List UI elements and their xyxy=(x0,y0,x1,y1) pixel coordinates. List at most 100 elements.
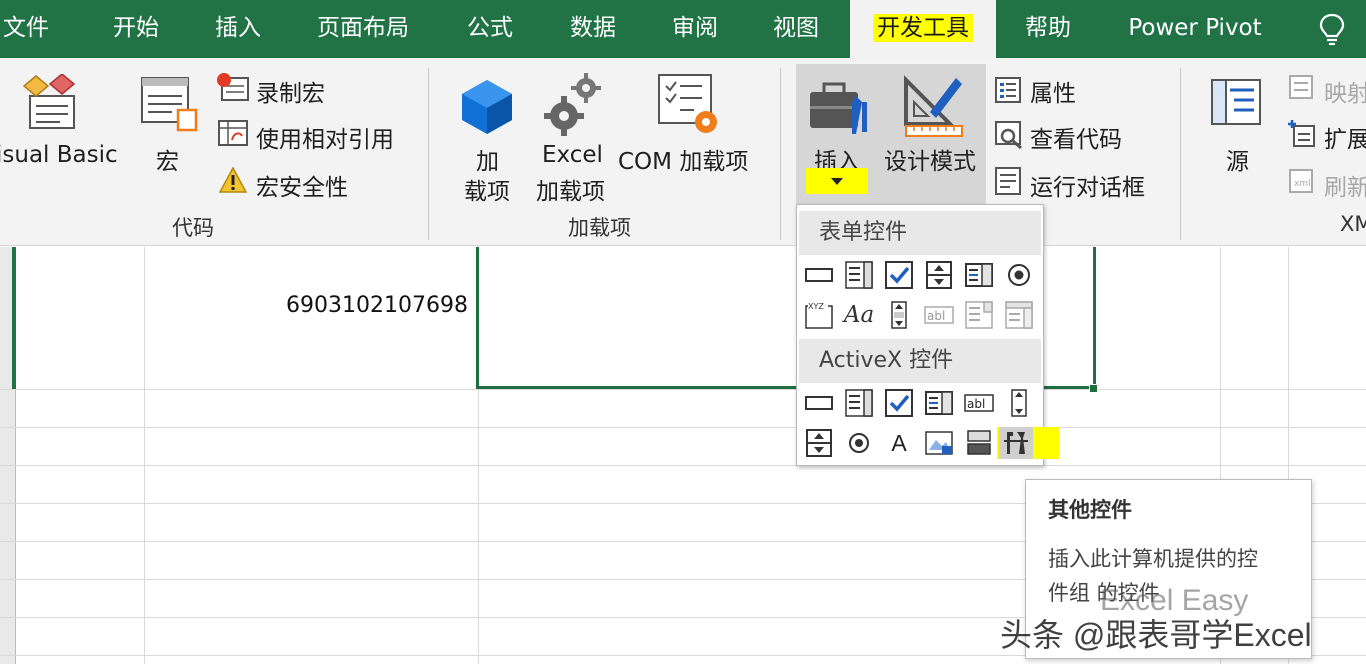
tab-view[interactable]: 视图 xyxy=(758,0,834,58)
label-glyph: A xyxy=(891,429,907,456)
tooltip-title: 其他控件 xyxy=(1048,498,1132,522)
addins-button-line1[interactable]: 加 xyxy=(476,142,499,176)
watermark-author: 头条 @跟表哥学Excel xyxy=(1000,617,1312,653)
group-separator xyxy=(1180,68,1181,240)
form-combo-drop-down-edit-icon[interactable] xyxy=(1003,299,1035,331)
ribbon: isual Basic 宏 录制宏 使用相对引用 宏安全性 代码 加 载项 Ex… xyxy=(0,58,1366,246)
grid-line xyxy=(0,389,1366,390)
tab-file[interactable]: 文件 xyxy=(0,0,52,58)
svg-text:xml: xml xyxy=(1294,179,1311,189)
form-spin-button-icon[interactable] xyxy=(923,259,955,291)
form-checkbox-icon[interactable] xyxy=(883,259,915,291)
activex-controls-header: ActiveX 控件 xyxy=(799,339,1041,383)
tab-page-layout[interactable]: 页面布局 xyxy=(304,0,422,58)
map-properties-button[interactable]: 映射 xyxy=(1324,74,1366,108)
addins-button-line2[interactable]: 载项 xyxy=(464,172,510,206)
design-mode-icon xyxy=(904,75,963,137)
record-macro-icon xyxy=(217,73,249,101)
addins-group-label: 加载项 xyxy=(568,216,631,240)
activex-command-button-icon[interactable] xyxy=(803,387,835,419)
abl-glyph-disabled: abl xyxy=(927,309,945,323)
expansion-packs-button[interactable]: 扩展 xyxy=(1324,120,1366,154)
visual-basic-button[interactable]: isual Basic xyxy=(0,142,118,168)
view-code-button[interactable]: 查看代码 xyxy=(1030,120,1122,154)
macros-button[interactable]: 宏 xyxy=(156,142,179,176)
properties-icon xyxy=(995,77,1021,103)
activex-scroll-bar-icon[interactable] xyxy=(1003,387,1035,419)
use-relative-references-button[interactable]: 使用相对引用 xyxy=(256,120,394,154)
group-separator xyxy=(780,68,781,240)
row-header-selection xyxy=(12,247,16,389)
com-addins-icon xyxy=(658,74,717,133)
activex-spin-button-icon[interactable] xyxy=(803,427,835,459)
design-mode-button[interactable]: 设计模式 xyxy=(884,142,976,176)
grid-line xyxy=(144,247,145,664)
group-separator xyxy=(428,68,429,240)
activex-toggle-button-icon[interactable] xyxy=(963,427,995,459)
tab-developer[interactable]: 开发工具 xyxy=(850,0,996,58)
form-list-box-icon[interactable] xyxy=(963,259,995,291)
lightbulb-icon[interactable] xyxy=(1318,12,1346,46)
insert-dropdown-highlight[interactable] xyxy=(806,168,868,194)
activex-combo-box-icon[interactable] xyxy=(843,387,875,419)
refresh-data-button[interactable]: 刷新 xyxy=(1324,168,1366,202)
excel-addins-button-line1[interactable]: Excel xyxy=(542,142,603,168)
form-scroll-bar-icon[interactable] xyxy=(883,299,915,331)
xml-source-icon xyxy=(1211,79,1261,125)
view-code-icon xyxy=(995,121,1022,150)
tab-review[interactable]: 审阅 xyxy=(658,0,732,58)
macro-security-button[interactable]: 宏安全性 xyxy=(256,168,348,202)
form-combo-box-icon[interactable] xyxy=(843,259,875,291)
com-addins-button[interactable]: COM 加载项 xyxy=(618,142,748,176)
tab-help[interactable]: 帮助 xyxy=(1010,0,1086,58)
macros-icon xyxy=(141,77,198,132)
abl-glyph: abl xyxy=(967,397,985,411)
addins-icon xyxy=(462,80,512,134)
tab-data[interactable]: 数据 xyxy=(556,0,630,58)
more-controls-icon[interactable] xyxy=(999,427,1033,459)
xml-group-label: XM xyxy=(1340,212,1366,236)
activex-label-icon[interactable]: A xyxy=(883,427,915,459)
activex-image-icon[interactable] xyxy=(923,427,955,459)
run-dialog-button[interactable]: 运行对话框 xyxy=(1030,168,1145,202)
chevron-down-icon xyxy=(831,178,843,185)
fill-handle[interactable] xyxy=(1089,384,1098,393)
run-dialog-icon xyxy=(995,167,1021,195)
toolbox-icon xyxy=(810,82,867,134)
gear-icon xyxy=(544,73,601,136)
tab-insert[interactable]: 插入 xyxy=(202,0,274,58)
excel-addins-button-line2[interactable]: 加载项 xyxy=(536,172,605,206)
tooltip-line1: 插入此计算机提供的控 xyxy=(1048,547,1258,571)
activex-list-box-icon[interactable] xyxy=(923,387,955,419)
more-controls-highlight[interactable] xyxy=(997,427,1059,459)
cell-barcode-value[interactable]: 6903102107698 xyxy=(200,293,468,318)
form-label-icon[interactable]: Aa xyxy=(843,299,875,331)
refresh-data-icon: xml xyxy=(1289,169,1313,193)
visual-basic-icon xyxy=(22,74,76,129)
code-group-label: 代码 xyxy=(172,216,214,240)
ribbon-tab-bar: 文件 开始 插入 页面布局 公式 数据 审阅 视图 开发工具 帮助 Power … xyxy=(0,0,1366,58)
map-properties-icon xyxy=(1289,75,1313,99)
form-option-button-icon[interactable] xyxy=(1003,259,1035,291)
record-macro-button[interactable]: 录制宏 xyxy=(256,74,325,108)
form-group-box-icon[interactable]: XYZ xyxy=(803,299,835,331)
xyz-glyph: XYZ xyxy=(808,302,824,311)
grid-line xyxy=(0,465,1366,466)
tab-developer-label: 开发工具 xyxy=(873,14,973,42)
properties-button[interactable]: 属性 xyxy=(1030,74,1076,108)
tab-formulas[interactable]: 公式 xyxy=(452,0,528,58)
activex-option-button-icon[interactable] xyxy=(843,427,875,459)
grid-line xyxy=(0,427,1366,428)
form-controls-header: 表单控件 xyxy=(799,211,1041,255)
xml-source-button[interactable]: 源 xyxy=(1226,142,1249,176)
tab-home[interactable]: 开始 xyxy=(100,0,172,58)
aa-glyph: Aa xyxy=(843,302,875,328)
insert-controls-dropdown: 表单控件 XYZ Aa abl ActiveX 控件 abl A xyxy=(796,204,1059,466)
form-text-field-icon[interactable]: abl xyxy=(923,299,955,331)
form-button-icon[interactable] xyxy=(803,259,835,291)
activex-text-box-icon[interactable]: abl xyxy=(963,387,995,419)
warning-icon xyxy=(218,166,248,193)
activex-checkbox-icon[interactable] xyxy=(883,387,915,419)
form-combo-list-edit-icon[interactable] xyxy=(963,299,995,331)
tab-power-pivot[interactable]: Power Pivot xyxy=(1112,0,1278,58)
